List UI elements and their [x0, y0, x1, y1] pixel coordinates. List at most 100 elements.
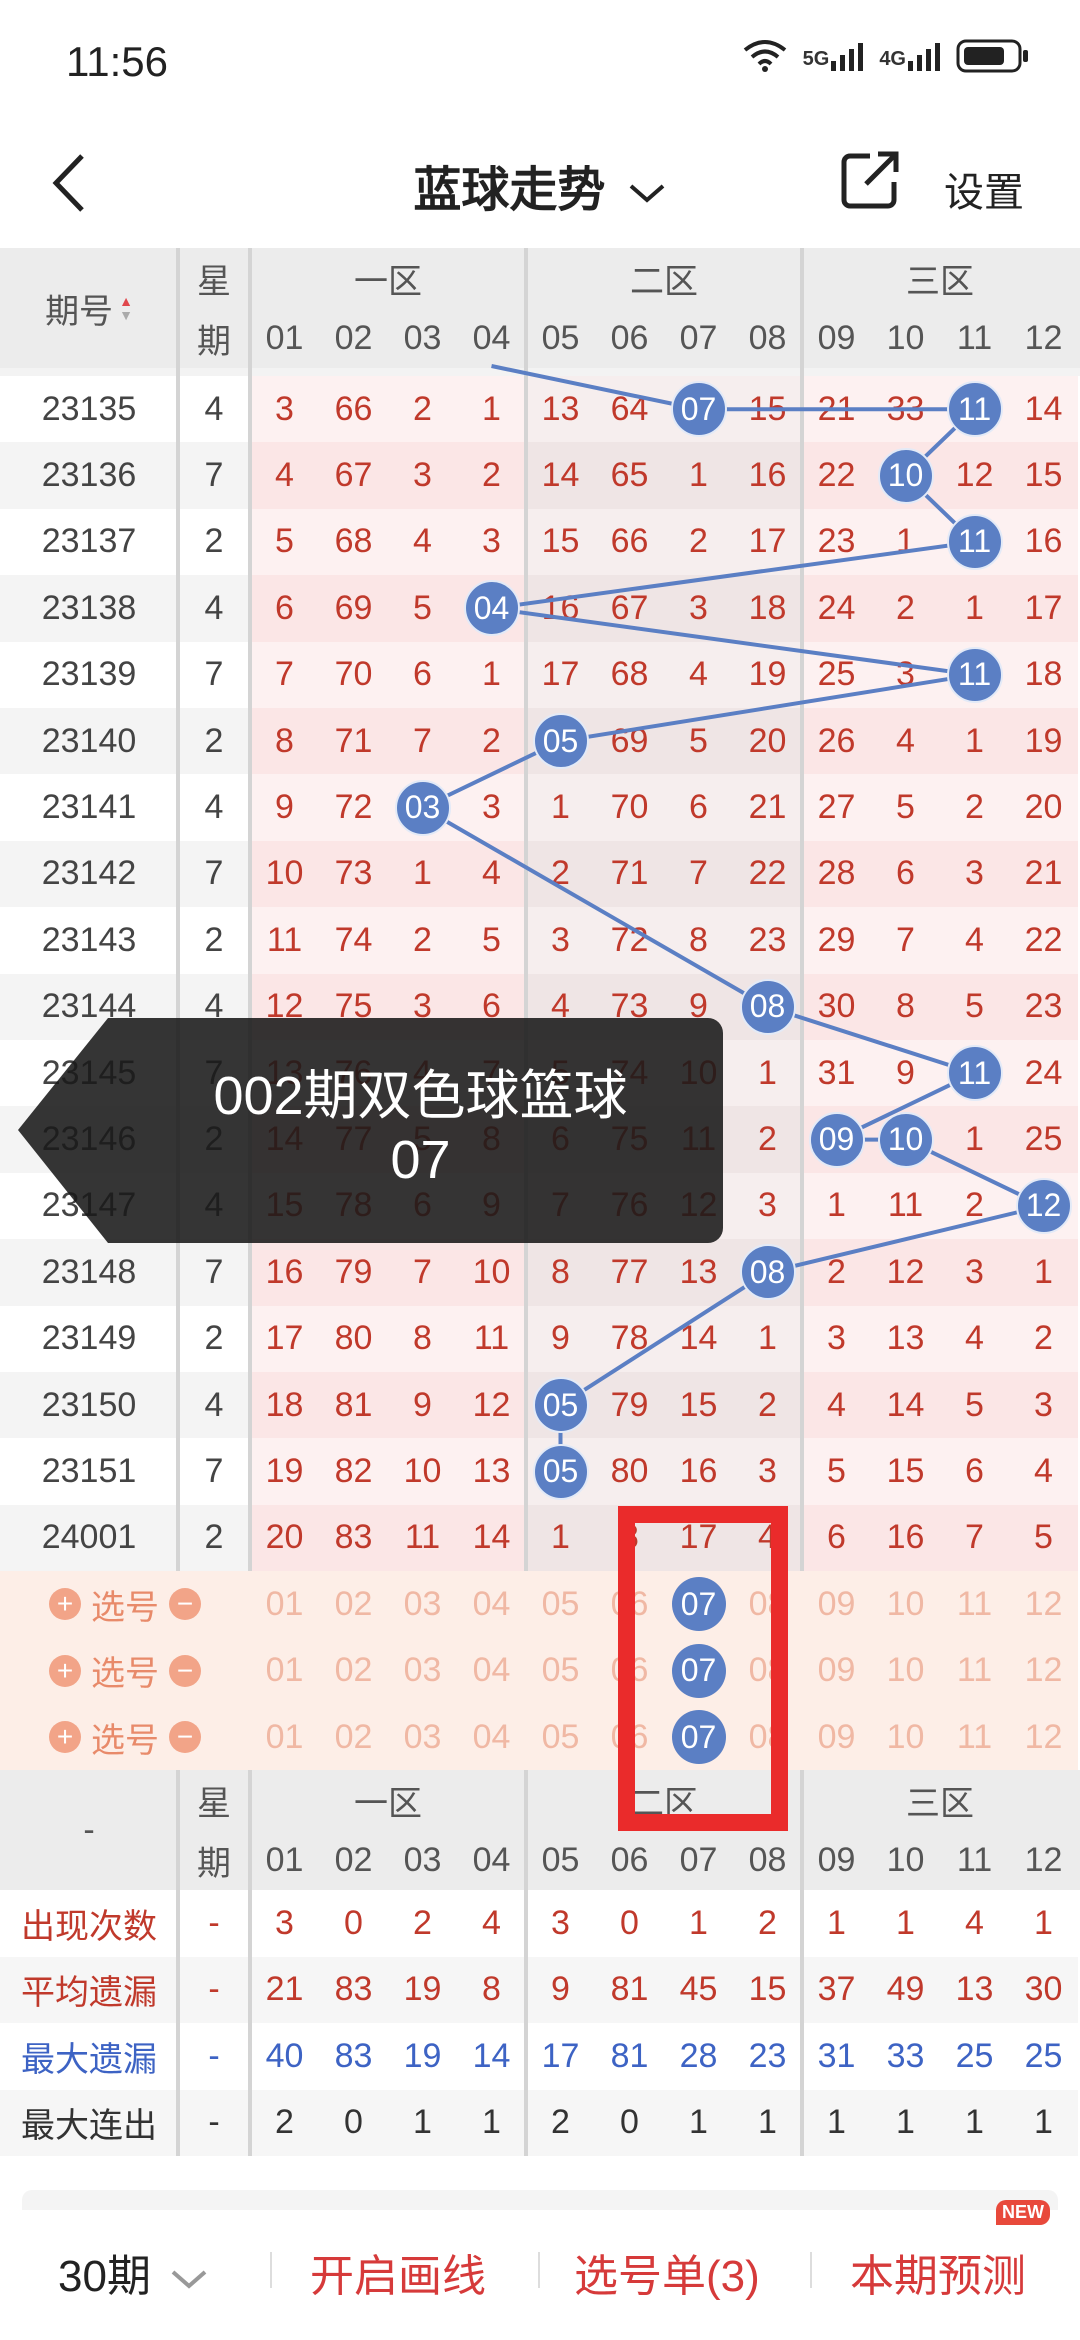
column-header: 08	[748, 318, 787, 357]
miss-cell: 15	[733, 376, 802, 443]
stat-value: 1	[1009, 1890, 1078, 1957]
miss-cell: 1	[940, 1106, 1009, 1173]
pick-cell[interactable]: 09	[802, 1571, 871, 1638]
miss-cell: 5	[250, 508, 319, 576]
pick-cell[interactable]: 03	[388, 1571, 457, 1638]
miss-cell: 10	[388, 1438, 457, 1505]
pick-cell[interactable]: 05	[526, 1571, 595, 1638]
pick-cell[interactable]: 05	[526, 1704, 595, 1771]
pick-cell[interactable]: 01	[250, 1571, 319, 1638]
miss-count: 7	[965, 1518, 984, 1557]
add-pick-icon[interactable]: +	[49, 1654, 81, 1687]
miss-cell: 33	[871, 376, 940, 443]
add-pick-icon[interactable]: +	[49, 1588, 81, 1621]
remove-pick-icon[interactable]: −	[169, 1588, 201, 1621]
share-icon[interactable]	[840, 150, 900, 210]
stat-dash: -	[178, 1890, 250, 1957]
hit-ball: 03	[394, 779, 451, 836]
pick-cell[interactable]: 12	[1009, 1704, 1078, 1771]
week-cell: 2	[178, 907, 250, 974]
miss-count: 16	[748, 456, 787, 495]
miss-cell: 25	[802, 641, 871, 708]
hit-cell: 11	[940, 376, 1009, 443]
miss-count: 15	[886, 1452, 925, 1491]
draw-line-button[interactable]: 开启画线	[310, 2240, 486, 2304]
pick-cell[interactable]: 10	[871, 1637, 940, 1704]
miss-cell: 67	[595, 575, 664, 642]
pick-list-button[interactable]: 选号单(3)	[574, 2240, 760, 2304]
predict-button[interactable]: 本期预测	[850, 2240, 1026, 2304]
pick-cell[interactable]: 05	[526, 1637, 595, 1704]
column-header: 09	[817, 1840, 856, 1879]
miss-cell: 28	[802, 840, 871, 908]
divider	[270, 2252, 272, 2288]
pick-row-controls: + 选号 −	[0, 1637, 250, 1704]
pick-cell[interactable]: 04	[457, 1571, 526, 1638]
column-header: 01	[265, 1840, 304, 1879]
miss-cell: 15	[664, 1372, 733, 1439]
miss-count: 18	[1024, 655, 1063, 694]
settings-button[interactable]: 设置	[944, 160, 1024, 218]
pick-cell[interactable]: 03	[388, 1704, 457, 1771]
pick-cell[interactable]: 01	[250, 1704, 319, 1771]
miss-count: 67	[610, 588, 649, 627]
pick-number: 02	[334, 1651, 373, 1690]
status-time: 11:56	[66, 38, 168, 85]
miss-cell: 77	[595, 1239, 664, 1306]
stat-value: 4	[457, 1890, 526, 1957]
pick-cell[interactable]: 11	[940, 1704, 1009, 1771]
miss-cell: 2	[733, 1372, 802, 1439]
pick-cell[interactable]: 11	[940, 1571, 1009, 1638]
pick-cell[interactable]: 04	[457, 1637, 526, 1704]
miss-cell: 13	[664, 1239, 733, 1306]
column-divider	[176, 1770, 180, 2156]
miss-count: 21	[1024, 854, 1063, 893]
stat-value: 19	[388, 1956, 457, 2024]
stat-value: 21	[250, 1956, 319, 2024]
period-cell: 23148	[0, 1239, 178, 1306]
miss-cell: 66	[595, 508, 664, 576]
pick-cell[interactable]: 02	[319, 1637, 388, 1704]
miss-count: 16	[679, 1452, 718, 1491]
pick-cell[interactable]: 02	[319, 1704, 388, 1771]
period-select[interactable]: 30期	[58, 2240, 209, 2304]
miss-cell: 3	[733, 1438, 802, 1505]
stat-value: 3	[250, 1890, 319, 1957]
miss-count: 80	[334, 1319, 373, 1358]
pick-cell[interactable]: 01	[250, 1637, 319, 1704]
miss-count: 15	[1024, 456, 1063, 495]
pick-cell[interactable]: 10	[871, 1571, 940, 1638]
miss-cell: 27	[802, 774, 871, 841]
pick-cell[interactable]: 11	[940, 1637, 1009, 1704]
pick-cell[interactable]: 12	[1009, 1571, 1078, 1638]
stat-dash: -	[178, 2089, 250, 2156]
pick-number: 12	[1024, 1584, 1063, 1623]
miss-count: 7	[689, 854, 708, 893]
miss-cell: 1	[526, 1504, 595, 1572]
miss-cell: 2	[871, 575, 940, 642]
remove-pick-icon[interactable]: −	[169, 1654, 201, 1687]
miss-cell: 70	[319, 641, 388, 708]
pick-cell[interactable]: 10	[871, 1704, 940, 1771]
miss-count: 16	[265, 1252, 304, 1291]
page-title-dropdown[interactable]: 蓝球走势	[0, 150, 1080, 220]
add-pick-icon[interactable]: +	[49, 1721, 81, 1754]
pick-cell[interactable]: 09	[802, 1704, 871, 1771]
sort-period-header[interactable]: 期号 ▲ ▼	[0, 248, 178, 368]
miss-count: 1	[1034, 1252, 1053, 1291]
miss-count: 7	[413, 721, 432, 760]
pick-cell[interactable]: 03	[388, 1637, 457, 1704]
miss-count: 6	[965, 1452, 984, 1491]
pick-cell[interactable]: 12	[1009, 1637, 1078, 1704]
stat-value: 1	[664, 1890, 733, 1957]
miss-cell: 2	[940, 774, 1009, 841]
remove-pick-icon[interactable]: −	[169, 1721, 201, 1754]
miss-count: 1	[413, 854, 432, 893]
miss-cell: 12	[457, 1372, 526, 1439]
pick-cell[interactable]: 09	[802, 1637, 871, 1704]
pick-cell[interactable]: 04	[457, 1704, 526, 1771]
pick-cell[interactable]: 02	[319, 1571, 388, 1638]
status-icons: 5G 4G	[741, 38, 1030, 74]
miss-count: 4	[965, 920, 984, 959]
miss-count: 4	[275, 456, 294, 495]
